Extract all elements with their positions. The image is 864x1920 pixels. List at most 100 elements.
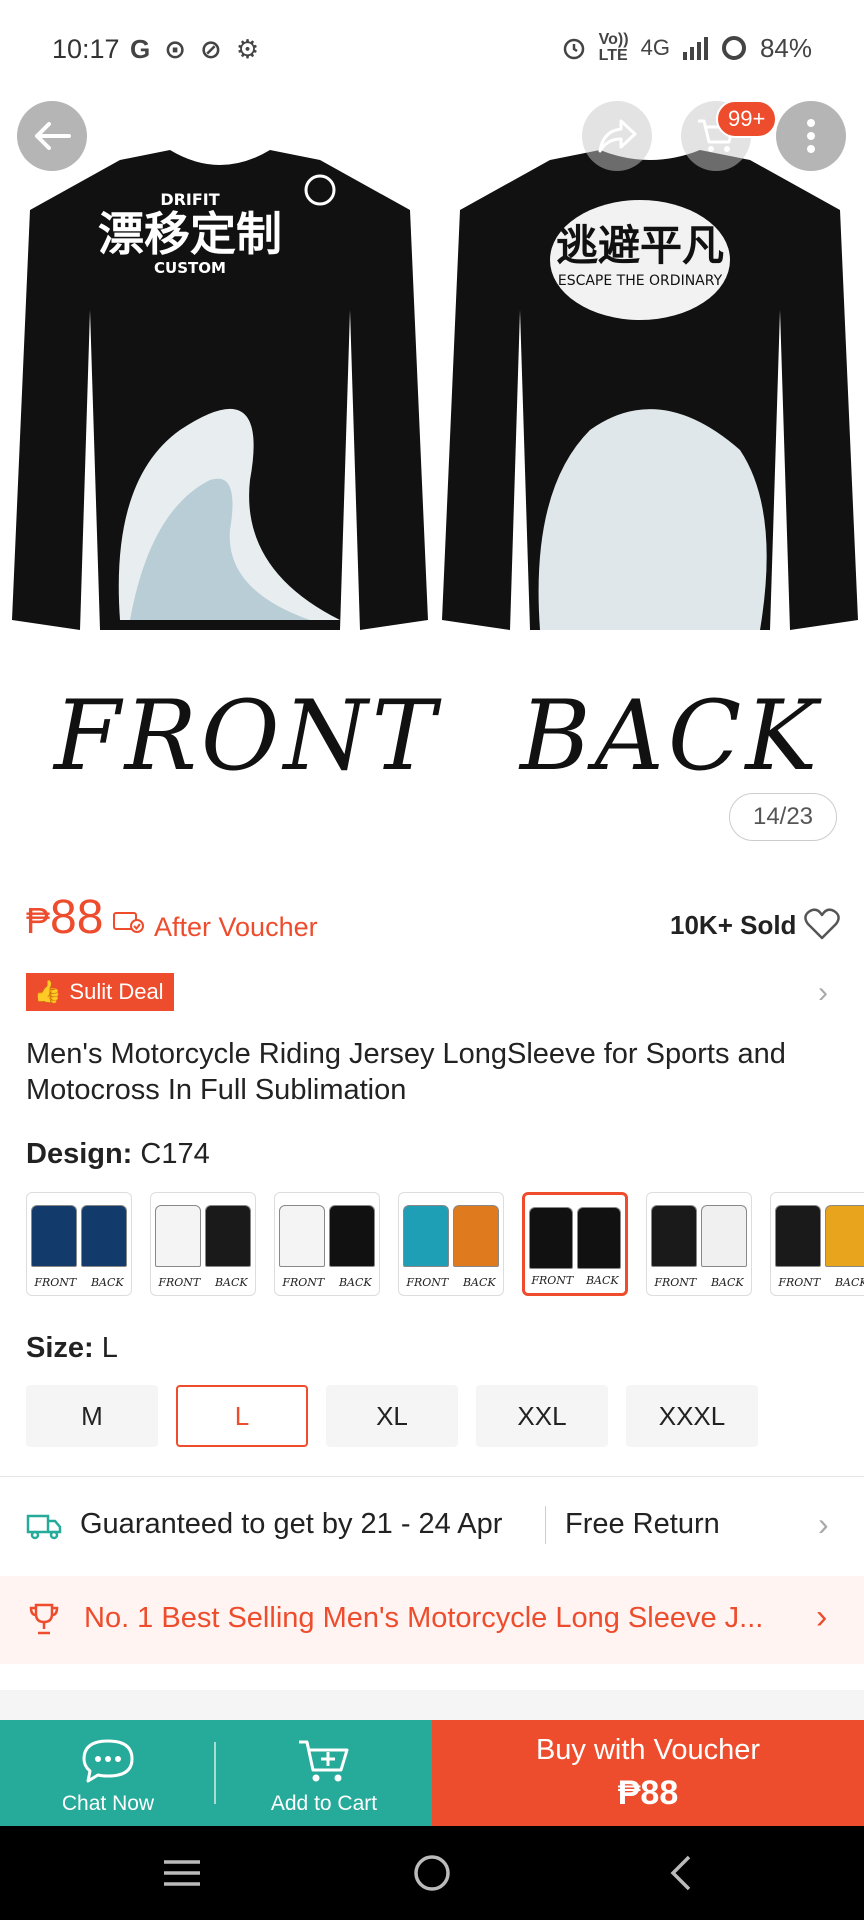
truck-icon bbox=[26, 1514, 62, 1540]
design-variant[interactable]: FRONTBACK bbox=[770, 1192, 864, 1296]
variant-thumbnail bbox=[155, 1205, 251, 1267]
size-option[interactable]: L bbox=[176, 1385, 308, 1447]
google-icon: G bbox=[130, 34, 151, 64]
design-variant[interactable]: FRONTBACK bbox=[522, 1192, 628, 1296]
sold-count: 10K+ Sold bbox=[670, 910, 797, 940]
svg-text:漂移定制: 漂移定制 bbox=[98, 207, 282, 261]
system-nav-bar bbox=[0, 1826, 864, 1920]
variant-thumbnail bbox=[529, 1207, 621, 1269]
sulit-deal-badge: 👍 Sulit Deal bbox=[26, 973, 174, 1011]
voucher-icon bbox=[113, 912, 144, 933]
variant-thumbnail bbox=[403, 1205, 499, 1267]
size-option[interactable]: XXXL bbox=[626, 1385, 758, 1447]
shipping-row[interactable]: Guaranteed to get by 21 - 24 Apr Free Re… bbox=[0, 1478, 864, 1574]
notification-icons: G ⊙ ⊘ ⚙ bbox=[130, 34, 259, 65]
best-seller-banner[interactable]: No. 1 Best Selling Men's Motorcycle Long… bbox=[0, 1576, 864, 1664]
variant-labels: FRONTBACK bbox=[34, 1276, 124, 1289]
variant-labels: FRONTBACK bbox=[531, 1274, 619, 1287]
svg-text:ESCAPE THE ORDINARY: ESCAPE THE ORDINARY bbox=[558, 273, 723, 289]
home-button[interactable] bbox=[402, 1848, 462, 1898]
chevron-right-icon: › bbox=[818, 1506, 829, 1542]
status-bar: 10:17 G ⊙ ⊘ ⚙ Vo)) LTE 4G 84% bbox=[0, 0, 864, 100]
system-status-icons: Vo)) LTE 4G 84% bbox=[561, 32, 812, 64]
data-saver-icon: ⊘ bbox=[200, 34, 222, 64]
settings-notification-icon: ⚙ bbox=[235, 34, 260, 64]
size-value: L bbox=[101, 1332, 118, 1364]
best-seller-text: No. 1 Best Selling Men's Motorcycle Long… bbox=[84, 1602, 764, 1634]
design-variant[interactable]: FRONTBACK bbox=[26, 1192, 132, 1296]
size-option-list: M L XL XXL XXXL bbox=[26, 1385, 758, 1447]
design-variant[interactable]: FRONTBACK bbox=[646, 1192, 752, 1296]
variant-labels: FRONTBACK bbox=[778, 1276, 864, 1289]
price: ₱88 bbox=[26, 891, 104, 944]
add-to-cart-label: Add to Cart bbox=[270, 1792, 378, 1815]
variant-labels: FRONTBACK bbox=[406, 1276, 496, 1289]
cart-count-badge: 99+ bbox=[716, 100, 778, 138]
chat-now-button[interactable]: Chat Now bbox=[0, 1720, 216, 1826]
share-icon bbox=[598, 119, 637, 153]
buy-price: ₱88 bbox=[617, 1774, 679, 1812]
design-variant[interactable]: FRONTBACK bbox=[274, 1192, 380, 1296]
jersey-front-image: 漂移定制 DRIFIT CUSTOM bbox=[12, 150, 428, 630]
thumbs-up-icon: 👍 bbox=[34, 979, 62, 1004]
variant-labels: FRONTBACK bbox=[282, 1276, 372, 1289]
product-title: Men's Motorcycle Riding Jersey LongSleev… bbox=[26, 1038, 786, 1106]
divider bbox=[0, 1476, 864, 1477]
buy-label: Buy with Voucher bbox=[535, 1734, 761, 1766]
arrow-left-icon bbox=[35, 122, 71, 150]
more-vertical-icon bbox=[807, 119, 815, 153]
section-separator bbox=[0, 1664, 864, 1720]
signal-icon bbox=[682, 37, 708, 60]
volte-icon: Vo)) LTE bbox=[598, 31, 629, 64]
size-option[interactable]: M bbox=[26, 1385, 158, 1447]
variant-labels: FRONTBACK bbox=[654, 1276, 744, 1289]
size-option[interactable]: XL bbox=[326, 1385, 458, 1447]
battery-ring-icon bbox=[721, 36, 746, 60]
after-voucher-label: After Voucher bbox=[154, 912, 318, 942]
free-return: Free Return bbox=[565, 1508, 720, 1540]
chevron-right-icon: › bbox=[816, 1598, 828, 1636]
battery-percent: 84% bbox=[759, 32, 812, 63]
design-variant[interactable]: FRONTBACK bbox=[150, 1192, 256, 1296]
svg-text:逃避平凡: 逃避平凡 bbox=[556, 221, 724, 270]
back-button[interactable] bbox=[17, 101, 87, 171]
size-label: Size: L bbox=[26, 1332, 118, 1364]
status-time: 10:17 bbox=[52, 34, 120, 64]
image-counter: 14/23 bbox=[729, 793, 837, 841]
recent-apps-button[interactable] bbox=[152, 1848, 212, 1898]
design-variant[interactable]: FRONTBACK bbox=[398, 1192, 504, 1296]
variant-labels: FRONTBACK bbox=[158, 1276, 248, 1289]
alarm-icon bbox=[563, 38, 584, 60]
delivery-guarantee: Guaranteed to get by 21 - 24 Apr bbox=[80, 1508, 503, 1540]
system-back-button[interactable] bbox=[650, 1848, 710, 1898]
svg-text:DRIFIT: DRIFIT bbox=[160, 190, 219, 209]
heart-icon[interactable] bbox=[804, 908, 840, 940]
variant-thumbnail bbox=[775, 1205, 864, 1267]
divider bbox=[545, 1506, 546, 1544]
add-to-cart-button[interactable]: Add to Cart bbox=[216, 1720, 432, 1826]
chat-icon bbox=[82, 1739, 134, 1783]
bottom-action-bar: Chat Now Add to Cart Buy with Voucher ₱8… bbox=[0, 1720, 864, 1826]
design-variant-list: FRONT BACK FRONT BACK FRONT BACK FRONT BACK FRON… bbox=[26, 1192, 864, 1296]
design-label: Design: C174 bbox=[26, 1138, 210, 1170]
svg-text:CUSTOM: CUSTOM bbox=[154, 259, 226, 277]
network-type: 4G bbox=[640, 35, 670, 60]
share-button[interactable] bbox=[582, 101, 652, 171]
front-label: FRONT bbox=[54, 680, 440, 792]
back-chevron-icon bbox=[670, 1855, 691, 1891]
menu-icon bbox=[164, 1860, 200, 1886]
chat-now-label: Chat Now bbox=[61, 1792, 155, 1815]
product-image-gallery[interactable]: 漂移定制 DRIFIT CUSTOM 逃避平凡 ESCAPE THE ORDIN… bbox=[0, 0, 864, 860]
app-notification-icon: ⊙ bbox=[164, 34, 187, 64]
more-options-button[interactable] bbox=[776, 101, 846, 171]
add-cart-icon bbox=[299, 1740, 349, 1782]
divider bbox=[214, 1742, 216, 1804]
chevron-right-icon[interactable]: › bbox=[818, 976, 828, 1010]
variant-thumbnail bbox=[31, 1205, 127, 1267]
trophy-icon bbox=[29, 1603, 59, 1635]
variant-thumbnail bbox=[279, 1205, 375, 1267]
size-option[interactable]: XXL bbox=[476, 1385, 608, 1447]
buy-with-voucher-button[interactable]: Buy with Voucher ₱88 bbox=[432, 1720, 864, 1826]
jersey-back-image: 逃避平凡 ESCAPE THE ORDINARY bbox=[442, 150, 858, 630]
variant-thumbnail bbox=[651, 1205, 747, 1267]
